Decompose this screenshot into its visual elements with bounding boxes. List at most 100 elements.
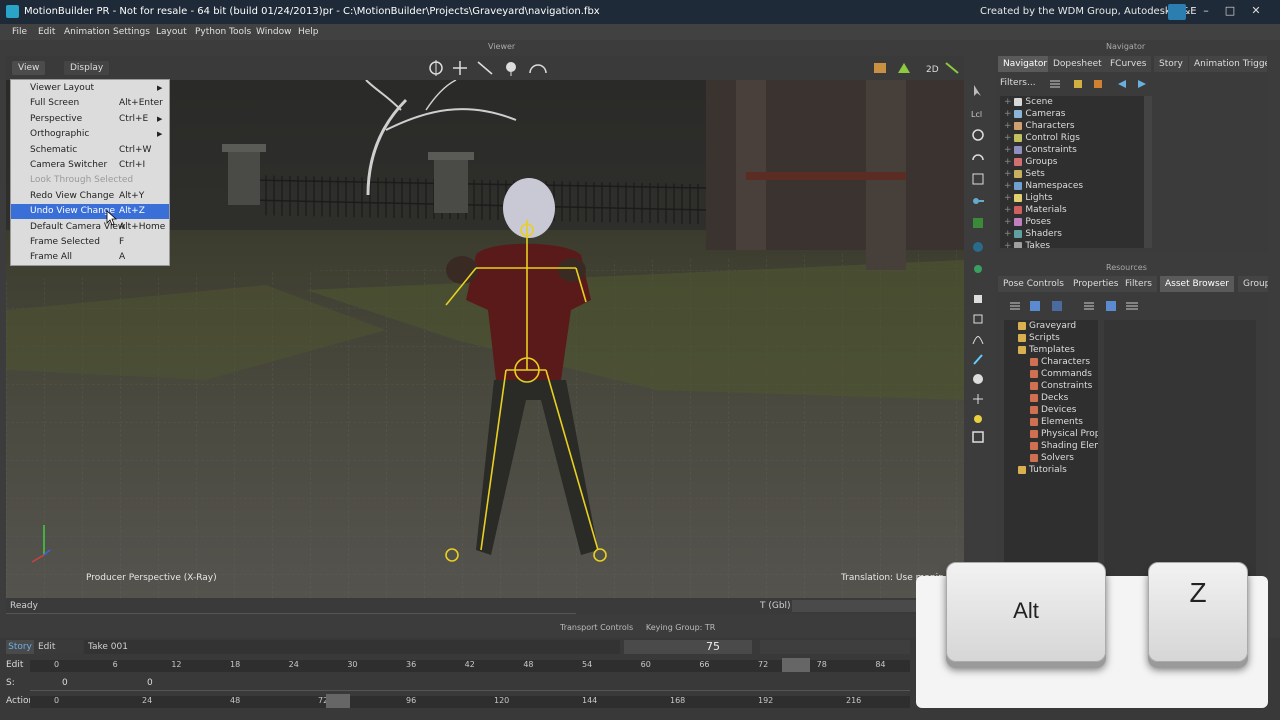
view-menu-item[interactable]: Frame Selected F — [11, 235, 169, 250]
menu-settings[interactable]: Settings — [113, 27, 150, 37]
list-view-icon[interactable] — [1050, 80, 1060, 88]
asset-tree-item[interactable]: Commands — [1030, 368, 1092, 380]
zoom-icon[interactable] — [506, 62, 516, 76]
playhead-marker[interactable] — [782, 658, 810, 672]
view-menu-item[interactable]: Perspective Ctrl+E ▶ — [11, 112, 169, 127]
forward-arrow-icon[interactable] — [1138, 80, 1146, 88]
expand-icon[interactable]: + — [1004, 205, 1014, 215]
tab-asset-browser[interactable]: Asset Browser — [1160, 276, 1234, 292]
view-menu-item[interactable]: Schematic Ctrl+W — [11, 143, 169, 158]
timeline-ruler-bottom[interactable]: 0 24 48 72 96 120 144 168 192 216 — [30, 696, 910, 708]
cube-icon[interactable] — [971, 292, 985, 306]
scale-icon[interactable] — [971, 172, 985, 186]
playback-controls[interactable] — [760, 640, 910, 654]
menu-animation[interactable]: Animation — [64, 27, 110, 37]
list-icon[interactable] — [1010, 302, 1020, 310]
transform-icon[interactable] — [971, 216, 985, 230]
asset-tree-item[interactable]: Scripts — [1018, 332, 1060, 344]
split-view-icon[interactable] — [1030, 301, 1040, 311]
camera-display-icon[interactable] — [874, 63, 886, 73]
asset-tree-item[interactable]: Elements — [1030, 416, 1083, 428]
close-button[interactable]: ✕ — [1246, 3, 1266, 19]
models-display-icon[interactable] — [898, 63, 910, 73]
scene-tree-item[interactable]: + Scene — [1004, 96, 1053, 108]
view-menu-item[interactable]: Undo View Change Alt+Z — [11, 204, 169, 220]
asset-tree-item[interactable]: Templates — [1018, 344, 1075, 356]
tree-view-icon[interactable] — [1052, 301, 1062, 311]
thumbnail-icon[interactable] — [1106, 301, 1116, 311]
menu-window[interactable]: Window — [256, 27, 292, 37]
minimize-button[interactable]: – — [1196, 3, 1216, 19]
view-menu-item[interactable]: Frame All A — [11, 250, 169, 265]
select-arrow-icon[interactable] — [971, 84, 985, 98]
tab-filters[interactable]: Filters — [1120, 276, 1157, 292]
xray-icon[interactable] — [945, 62, 959, 74]
details-icon[interactable] — [1084, 302, 1094, 310]
tab-fcurves[interactable]: FCurves — [1105, 56, 1152, 72]
asset-tree-item[interactable]: Tutorials — [1018, 464, 1067, 476]
folder-icon[interactable] — [1074, 80, 1082, 88]
expand-icon[interactable]: + — [1004, 145, 1014, 155]
frame-slider[interactable] — [624, 640, 752, 654]
view-menu-button[interactable]: View — [12, 61, 46, 75]
expand-icon[interactable]: + — [1004, 97, 1014, 107]
action-playhead[interactable] — [326, 694, 350, 708]
scene-tree-item[interactable]: + Poses — [1004, 216, 1051, 228]
asset-tree-item[interactable]: Decks — [1030, 392, 1068, 404]
asset-tree-item[interactable]: Physical Proper — [1030, 428, 1098, 440]
sphere-icon[interactable] — [971, 372, 985, 386]
tab-story[interactable]: Story — [1154, 56, 1188, 72]
expand-icon[interactable]: + — [1004, 229, 1014, 239]
scene-tree-scrollbar[interactable] — [1144, 96, 1152, 248]
2d-icon[interactable]: 2D — [926, 65, 939, 75]
rotate-axis-icon[interactable] — [971, 150, 985, 164]
expand-icon[interactable]: + — [1004, 217, 1014, 227]
expand-icon[interactable]: + — [1004, 121, 1014, 131]
tab-dopesheet[interactable]: Dopesheet — [1048, 56, 1107, 72]
expand-icon[interactable]: + — [1004, 109, 1014, 119]
key-icon[interactable] — [971, 194, 985, 208]
view-menu-item[interactable]: Orthographic ▶ — [11, 127, 169, 142]
timeline-ruler-top[interactable]: 0 6 12 18 24 30 36 42 48 54 60 66 72 78 84 — [30, 660, 910, 672]
expand-icon[interactable]: + — [1004, 157, 1014, 167]
scene-tree-item[interactable]: + Sets — [1004, 168, 1045, 180]
scene-tree-item[interactable]: + Lights — [1004, 192, 1053, 204]
filters-button[interactable]: Filters... — [1000, 78, 1036, 88]
scene-tree-item[interactable]: + Characters — [1004, 120, 1075, 132]
axes-icon[interactable] — [971, 392, 985, 406]
select-icon[interactable] — [477, 61, 493, 75]
local-icon[interactable]: Lcl — [971, 106, 985, 120]
scene-tree-item[interactable]: + Cameras — [1004, 108, 1065, 120]
expand-icon[interactable]: + — [1004, 169, 1014, 179]
curve-icon[interactable] — [971, 332, 985, 346]
scene-tree-item[interactable]: + Takes — [1004, 240, 1050, 248]
view-menu-item[interactable]: Camera Switcher Ctrl+I — [11, 158, 169, 173]
frame-icon[interactable] — [971, 430, 985, 444]
pivot-icon[interactable] — [971, 240, 985, 254]
asset-tree-item[interactable]: Devices — [1030, 404, 1076, 416]
asset-tree-item[interactable]: Characters — [1030, 356, 1090, 368]
view-menu-item[interactable]: Viewer Layout ▶ — [11, 81, 169, 96]
asset-tree-item[interactable]: Constraints — [1030, 380, 1092, 392]
asset-tree-item[interactable]: Shading Eleme — [1030, 440, 1098, 452]
scene-tree-item[interactable]: + Materials — [1004, 204, 1067, 216]
move-icon[interactable] — [453, 61, 467, 75]
menu-help[interactable]: Help — [298, 27, 319, 37]
scene-tree-item[interactable]: + Control Rigs — [1004, 132, 1080, 144]
edit-tab[interactable]: Edit — [36, 640, 82, 654]
scene-tree-item[interactable]: + Namespaces — [1004, 180, 1083, 192]
options-icon[interactable] — [1126, 302, 1138, 310]
menu-file[interactable]: File — [12, 27, 27, 37]
tab-group[interactable]: Group — [1238, 276, 1268, 292]
maximize-button[interactable]: □ — [1220, 3, 1240, 19]
expand-icon[interactable]: + — [1004, 133, 1014, 143]
tab-pose-controls[interactable]: Pose Controls — [998, 276, 1069, 292]
story-tab[interactable]: Story — [6, 640, 34, 654]
scene-tree-item[interactable]: + Shaders — [1004, 228, 1062, 240]
expand-icon[interactable]: + — [1004, 241, 1014, 248]
asset-tree-item[interactable]: Solvers — [1030, 452, 1074, 464]
menu-edit[interactable]: Edit — [38, 27, 55, 37]
back-arrow-icon[interactable] — [1118, 80, 1126, 88]
translate-icon[interactable] — [429, 60, 443, 76]
display-menu-button[interactable]: Display — [64, 61, 110, 75]
